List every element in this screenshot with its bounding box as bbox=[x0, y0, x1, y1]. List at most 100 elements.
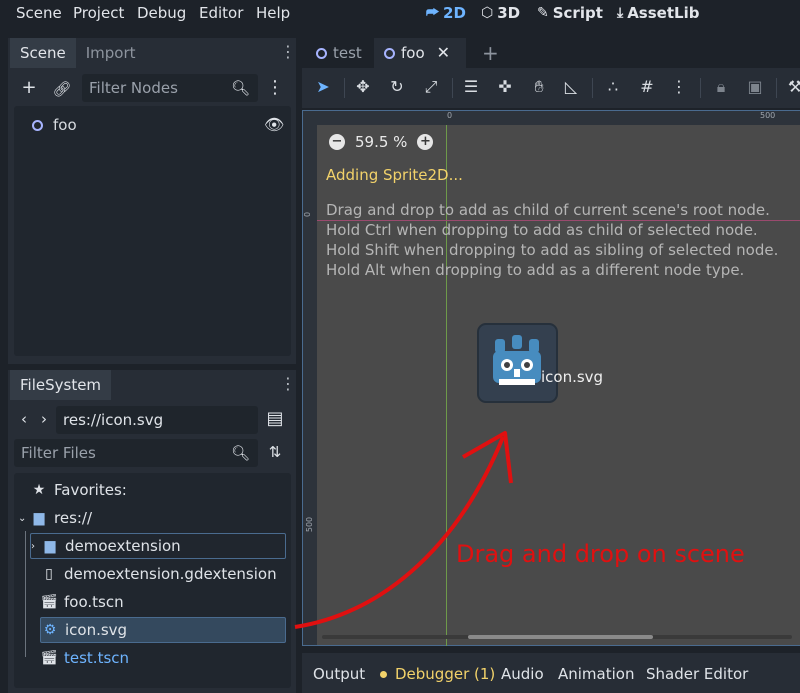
zoom-control: − 59.5 % + bbox=[329, 133, 434, 151]
tab-shader-editor[interactable]: Shader Editor bbox=[646, 665, 748, 683]
hint-line: Hold Alt when dropping to add as a diffe… bbox=[326, 261, 745, 279]
tree-node-foo[interactable]: foo bbox=[32, 116, 77, 134]
scene-icon: 🎬︎ bbox=[40, 650, 58, 666]
zoom-level[interactable]: 59.5 % bbox=[355, 133, 407, 151]
drag-label: icon.svg bbox=[541, 368, 604, 386]
tab-audio[interactable]: Audio bbox=[501, 665, 544, 683]
scene-options-icon[interactable]: ⋮ bbox=[266, 78, 284, 98]
node2d-icon bbox=[32, 119, 43, 131]
scene-tabs: test foo ✕ + bbox=[302, 38, 800, 68]
folder-icon: ▆ bbox=[33, 510, 45, 526]
ruler-mode-icon[interactable]: ◺ bbox=[560, 76, 582, 98]
tab-debugger[interactable]: Debugger (1) bbox=[380, 665, 495, 683]
scene-dock-tabs: Scene Import bbox=[10, 38, 146, 68]
scene-tab-foo[interactable]: foo ✕ bbox=[374, 38, 466, 68]
lock-icon[interactable]: 🔒︎ bbox=[710, 76, 732, 98]
search-icon: 🔍︎ bbox=[230, 444, 250, 462]
3d-icon: ⬡ bbox=[481, 5, 494, 21]
rotate-mode-icon[interactable]: ↻ bbox=[386, 76, 408, 98]
node2d-icon bbox=[316, 47, 327, 59]
snap-options-icon[interactable]: ⋮ bbox=[668, 76, 690, 98]
tree-guide bbox=[25, 531, 26, 657]
filter-files-input[interactable]: Filter Files 🔍︎ bbox=[14, 439, 258, 467]
back-icon[interactable]: ‹ bbox=[17, 409, 31, 429]
folder-icon: ▆ bbox=[44, 538, 56, 554]
sort-icon[interactable]: ⇅ bbox=[265, 442, 285, 462]
zoom-in-icon[interactable]: + bbox=[417, 134, 434, 150]
chevron-down-icon: ⌄ bbox=[18, 512, 27, 524]
list-item-test-tscn[interactable]: 🎬︎ test.tscn bbox=[40, 645, 129, 671]
workspace-3d-button[interactable]: ⬡ 3D bbox=[481, 4, 520, 22]
toolbar-separator bbox=[344, 78, 345, 98]
link-icon[interactable]: 🔗︎ bbox=[52, 79, 72, 99]
filesystem-dock-menu-icon[interactable]: ⋮ bbox=[280, 376, 296, 392]
hint-line: Hold Ctrl when dropping to add as child … bbox=[326, 221, 758, 239]
warning-dot-icon bbox=[380, 670, 387, 678]
menu-project[interactable]: Project bbox=[73, 4, 124, 22]
toolbar-separator bbox=[592, 78, 593, 98]
add-node-icon[interactable]: + bbox=[19, 78, 39, 98]
2d-icon: ⮫ bbox=[426, 5, 440, 21]
adding-message: Adding Sprite2D... bbox=[326, 166, 463, 184]
menu-editor[interactable]: Editor bbox=[199, 4, 243, 22]
list-item-demoextension[interactable]: › ▆ demoextension bbox=[30, 533, 286, 559]
list-select-icon[interactable]: ☰ bbox=[460, 76, 482, 98]
smart-snap-icon[interactable]: ∴ bbox=[602, 76, 624, 98]
scale-mode-icon[interactable]: ⤢ bbox=[420, 76, 442, 98]
hint-line: Hold Shift when dropping to add as sibli… bbox=[326, 241, 779, 259]
zoom-out-icon[interactable]: − bbox=[329, 134, 345, 150]
horizontal-scrollbar-thumb[interactable] bbox=[468, 635, 653, 639]
close-icon[interactable]: ✕ bbox=[437, 38, 450, 68]
toolbar-separator bbox=[776, 78, 777, 98]
tab-scene[interactable]: Scene bbox=[10, 38, 76, 68]
filesystem-dock-tabs: FileSystem bbox=[10, 370, 112, 400]
visibility-eye-icon[interactable]: 👁︎ bbox=[264, 115, 284, 134]
search-icon: 🔍︎ bbox=[230, 79, 250, 97]
forward-icon[interactable]: › bbox=[37, 409, 51, 429]
grid-snap-icon[interactable]: # bbox=[636, 76, 658, 98]
dragged-godot-icon bbox=[477, 323, 558, 403]
res-root-row[interactable]: ⌄ ▆ res:// bbox=[18, 505, 92, 531]
workspace-assetlib-button[interactable]: ⤓ AssetLib bbox=[617, 4, 699, 22]
list-item-foo-tscn[interactable]: 🎬︎ foo.tscn bbox=[40, 589, 123, 615]
download-icon: ⤓ bbox=[617, 5, 624, 21]
scene-tree: foo 👁︎ bbox=[14, 106, 291, 356]
group-icon[interactable]: ▣ bbox=[744, 76, 766, 98]
tab-animation[interactable]: Animation bbox=[558, 665, 634, 683]
workspace-2d-button[interactable]: ⮫ 2D bbox=[426, 4, 466, 22]
scene-dock-menu-icon[interactable]: ⋮ bbox=[280, 44, 296, 60]
scene-icon: 🎬︎ bbox=[40, 594, 58, 610]
script-icon: ✎ bbox=[537, 5, 549, 21]
filter-nodes-input[interactable]: Filter Nodes 🔍︎ bbox=[82, 74, 258, 102]
bottom-panel-bar: Output Debugger (1) Audio Animation Shad… bbox=[302, 653, 800, 693]
toolbar-separator bbox=[452, 78, 453, 98]
annotation-text: Drag and drop on scene bbox=[456, 540, 745, 568]
canvas-toolbar: ➤ ✥ ↻ ⤢ ☰ ✜ ✋︎ ◺ ∴ # ⋮ 🔒︎ ▣ ⚒ bbox=[302, 68, 800, 108]
menu-debug[interactable]: Debug bbox=[137, 4, 186, 22]
pivot-icon[interactable]: ✜ bbox=[494, 76, 516, 98]
workspace-script-button[interactable]: ✎ Script bbox=[537, 4, 603, 22]
menu-help[interactable]: Help bbox=[256, 4, 290, 22]
skeleton-icon[interactable]: ⚒ bbox=[784, 76, 800, 98]
add-scene-tab-icon[interactable]: + bbox=[472, 38, 509, 68]
godot-icon: ⚙︎ bbox=[43, 622, 57, 638]
move-mode-icon[interactable]: ✥ bbox=[352, 76, 374, 98]
list-item-gdextension[interactable]: ▯ demoextension.gdextension bbox=[40, 561, 276, 587]
split-mode-icon[interactable]: ▤ bbox=[265, 409, 285, 429]
file-icon: ▯ bbox=[45, 566, 53, 582]
chevron-right-icon: › bbox=[31, 540, 35, 552]
pan-mode-icon[interactable]: ✋︎ bbox=[528, 76, 550, 98]
path-field[interactable]: res://icon.svg bbox=[56, 406, 258, 434]
menu-scene[interactable]: Scene bbox=[16, 4, 62, 22]
tab-import[interactable]: Import bbox=[76, 38, 146, 68]
filesystem-tree: ★ Favorites: ⌄ ▆ res:// › ▆ demoextension ▯… bbox=[14, 473, 291, 688]
tab-output[interactable]: Output bbox=[313, 665, 365, 683]
node2d-icon bbox=[384, 47, 395, 59]
tab-filesystem[interactable]: FileSystem bbox=[10, 370, 112, 400]
favorites-row[interactable]: ★ Favorites: bbox=[30, 477, 127, 503]
scene-tab-test[interactable]: test bbox=[306, 38, 372, 68]
list-item-icon-svg[interactable]: ⚙︎ icon.svg bbox=[40, 617, 286, 643]
hint-line: Drag and drop to add as child of current… bbox=[326, 201, 770, 219]
select-mode-icon[interactable]: ➤ bbox=[312, 76, 334, 98]
menu-bar: Scene Project Debug Editor Help ⮫ 2D ⬡ 3D … bbox=[0, 0, 800, 28]
